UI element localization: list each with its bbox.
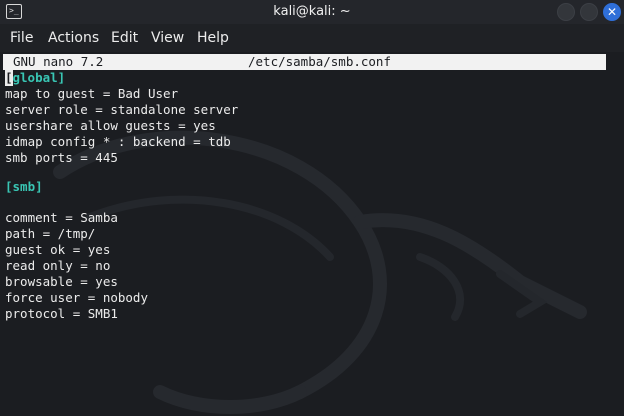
config-line: protocol = SMB1 [5, 306, 118, 321]
config-line: read only = no [5, 258, 111, 273]
menu-help[interactable]: Help [197, 30, 229, 46]
close-icon: ✕ [606, 5, 618, 19]
menu-bar: File Actions Edit View Help [0, 24, 624, 52]
nano-version: GNU nano 7.2 [13, 54, 104, 69]
config-line: idmap config * : backend = tdb [5, 134, 231, 149]
minimize-button[interactable] [557, 3, 575, 21]
nano-header-bar: GNU nano 7.2 /etc/samba/smb.conf [3, 54, 606, 70]
terminal-area[interactable]: GNU nano 7.2 /etc/samba/smb.conf [global… [0, 52, 624, 416]
config-line: server role = standalone server [5, 102, 239, 117]
menu-edit[interactable]: Edit [111, 30, 138, 46]
close-button[interactable]: ✕ [603, 3, 621, 21]
config-line: browsable = yes [5, 274, 118, 289]
config-line: guest ok = yes [5, 242, 111, 257]
config-line: map to guest = Bad User [5, 86, 179, 101]
section-global: [global] [5, 70, 66, 86]
text-cursor: [ [5, 70, 13, 86]
config-line: force user = nobody [5, 290, 148, 305]
nano-filename: /etc/samba/smb.conf [248, 54, 391, 69]
window-title: kali@kali: ~ [273, 4, 351, 19]
window-titlebar: >_ kali@kali: ~ ✕ [0, 0, 624, 24]
config-line: comment = Samba [5, 210, 118, 225]
config-line: usershare allow guests = yes [5, 118, 216, 133]
menu-view[interactable]: View [151, 30, 184, 46]
menu-actions[interactable]: Actions [48, 30, 99, 46]
maximize-button[interactable] [580, 3, 598, 21]
section-smb: [smb] [5, 179, 43, 194]
config-line: smb ports = 445 [5, 150, 118, 165]
config-line: path = /tmp/ [5, 226, 96, 241]
menu-file[interactable]: File [10, 30, 33, 46]
